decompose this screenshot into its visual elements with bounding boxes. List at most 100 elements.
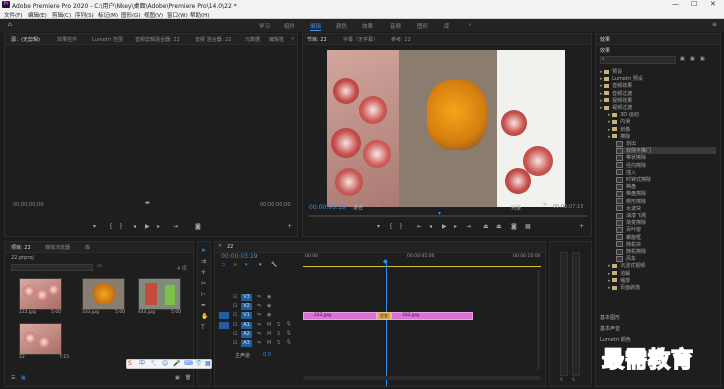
solo-icon[interactable]: S — [277, 331, 280, 337]
source-export-frame-icon[interactable]: ◙ — [195, 224, 201, 230]
sync-lock-icon[interactable]: ⇋ — [257, 312, 261, 318]
source-patch[interactable] — [219, 321, 229, 329]
workspace-color[interactable]: 颜色 — [336, 22, 347, 30]
program-scrub-bar[interactable] — [309, 215, 587, 217]
32bit-effects-icon[interactable]: ▣ — [690, 57, 695, 62]
wrench-icon[interactable]: 🔧 — [271, 263, 277, 268]
ime-voice-icon[interactable]: 🎤 — [173, 361, 180, 367]
track-header[interactable]: ⊡ A2 ⇋ M S 🎙 — [219, 330, 299, 340]
clip-v1-333[interactable]: 333.jpg — [391, 312, 473, 320]
source-play-icon[interactable]: ▶ — [145, 224, 150, 230]
type-tool-icon[interactable]: T — [201, 325, 205, 331]
track-header[interactable]: ⊡ V2 ⇋ ◉ — [219, 303, 299, 312]
workspace-assembly[interactable]: 组件 — [284, 22, 295, 30]
source-patch[interactable] — [219, 303, 229, 310]
solo-icon[interactable]: S — [277, 340, 280, 346]
source-patch[interactable] — [219, 331, 229, 338]
workspace-audio[interactable]: 音频 — [390, 22, 401, 30]
track-header[interactable]: ⊡ A3 ⇋ M S 🎙 — [219, 340, 299, 349]
effects-folder[interactable]: ▸ 视频过渡 — [600, 104, 632, 111]
tab-audio-clip-mixer[interactable]: 音频剪辑混合器: 22 — [135, 36, 180, 43]
effect-item[interactable]: 随机块 — [616, 241, 641, 248]
effects-folder[interactable]: ▸ 划像 — [608, 126, 630, 133]
source-step-fwd-icon[interactable]: ▸ — [157, 224, 160, 230]
toggle-output-icon[interactable]: ◉ — [267, 294, 271, 300]
hand-tool-icon[interactable]: ✋ — [201, 314, 208, 320]
sync-lock-icon[interactable]: ⇋ — [257, 331, 261, 337]
track-name[interactable]: A3 — [241, 340, 252, 347]
menu-file[interactable]: 文件(F) — [4, 11, 22, 19]
source-patch[interactable] — [219, 312, 229, 320]
effect-item[interactable]: 螺旋框 — [616, 234, 641, 241]
program-fit-dropdown[interactable]: 适合 — [353, 204, 363, 211]
track-select-tool-icon[interactable]: ⇉ — [201, 259, 206, 265]
timeline-vertical-scroll[interactable] — [537, 270, 540, 370]
play-icon[interactable]: ▶ — [442, 224, 447, 230]
clip-v1-transition[interactable]: 交叉 — [377, 312, 391, 320]
tab-project[interactable]: 项目: 22 — [11, 244, 31, 251]
track-lock-icon[interactable]: ⊡ — [233, 312, 237, 318]
tab-reference[interactable]: 参考: 22 — [391, 36, 411, 43]
program-in-icon[interactable]: { — [389, 224, 393, 230]
effect-item[interactable]: 油漆飞溅 — [616, 212, 646, 219]
workspace-effects[interactable]: 效果 — [362, 22, 373, 30]
accelerated-effects-icon[interactable]: ▣ — [680, 57, 685, 62]
source-in-icon[interactable]: { — [109, 224, 113, 230]
thumb-sequence[interactable] — [19, 323, 62, 355]
ime-logo-icon[interactable]: S — [128, 361, 132, 367]
effect-item[interactable]: 风车 — [616, 255, 636, 262]
fit-chevron-down-icon[interactable]: ⌄ — [375, 204, 379, 209]
effects-search-input[interactable] — [600, 56, 676, 64]
source-zoom-icon[interactable]: ▬ — [145, 201, 150, 206]
panel-essential-sound[interactable]: 基本声音 — [600, 325, 620, 332]
thumb-clip-2[interactable] — [82, 278, 125, 310]
workspace-editing[interactable]: 编辑 — [310, 22, 322, 31]
track-header[interactable]: ⊡ V3 ⇋ ◉ — [219, 294, 299, 303]
track-lock-icon[interactable]: ⊡ — [233, 340, 237, 346]
menu-edit[interactable]: 编辑(E) — [28, 11, 47, 19]
tab-program[interactable]: 节目: 22 — [307, 36, 327, 43]
mute-icon[interactable]: M — [267, 322, 271, 328]
workspace-libraries[interactable]: 库 — [444, 22, 450, 30]
sync-lock-icon[interactable]: ⇋ — [257, 340, 261, 346]
toggle-output-icon[interactable]: ◉ — [267, 303, 271, 309]
panel-basic-graphics[interactable]: 基本图形 — [600, 314, 620, 321]
program-playhead-icon[interactable]: ▾ — [438, 211, 441, 217]
extract-icon[interactable]: ⏏ — [496, 224, 502, 230]
go-to-in-icon[interactable]: ⇤ — [417, 224, 422, 230]
list-view-icon[interactable]: ☰ — [11, 376, 15, 381]
clip-v1-222[interactable]: 222.jpg — [303, 312, 377, 320]
razor-tool-icon[interactable]: ✂ — [201, 281, 206, 287]
track-lock-icon[interactable]: ⊡ — [233, 303, 237, 309]
panel-menu-icon[interactable]: » — [291, 36, 294, 42]
timeline-horizontal-scroll[interactable] — [303, 376, 541, 380]
home-icon[interactable]: ⌂ — [8, 22, 12, 28]
sync-lock-icon[interactable]: ⇋ — [257, 322, 261, 328]
snap-icon[interactable]: ⊃ — [221, 263, 225, 268]
linked-selection-icon[interactable]: ∞ — [233, 263, 237, 268]
voiceover-record-icon[interactable]: 🎙 — [286, 331, 292, 336]
tab-libraries[interactable]: 库 — [85, 244, 90, 251]
timeline-playhead-icon[interactable]: ◆ — [383, 259, 388, 265]
meter-solo-left-icon[interactable]: S — [560, 378, 563, 383]
source-patch[interactable] — [219, 294, 229, 301]
yuv-effects-icon[interactable]: ▣ — [700, 57, 705, 62]
tab-markers[interactable]: 编辑签 — [269, 36, 284, 43]
ime-mode-icon[interactable]: 中 — [139, 361, 145, 367]
source-out-icon[interactable]: } — [119, 224, 123, 230]
workspace-menu-icon[interactable]: ≡ — [712, 22, 717, 28]
track-name[interactable]: V2 — [241, 303, 252, 311]
effect-item[interactable]: 棋盘擦除 — [616, 190, 646, 197]
effects-folder[interactable]: ▸ Lumetri 预设 — [600, 75, 643, 82]
go-to-out-icon[interactable]: ⇥ — [466, 224, 471, 230]
effects-folder[interactable]: ▸ 音频过渡 — [600, 90, 632, 97]
program-add-icon[interactable]: + — [579, 224, 584, 230]
voiceover-record-icon[interactable]: 🎙 — [286, 322, 292, 327]
program-current-timecode[interactable]: 00:00:03:19 — [309, 204, 346, 211]
slip-tool-icon[interactable]: ⊢ — [201, 292, 206, 298]
timeline-playhead-line[interactable] — [386, 260, 387, 386]
maximize-icon[interactable]: ☐ — [691, 0, 697, 8]
program-settings-icon[interactable]: ✎ — [543, 203, 547, 208]
toggle-output-icon[interactable]: ◉ — [267, 312, 271, 318]
effect-item[interactable]: 渐变擦除 — [616, 219, 646, 226]
